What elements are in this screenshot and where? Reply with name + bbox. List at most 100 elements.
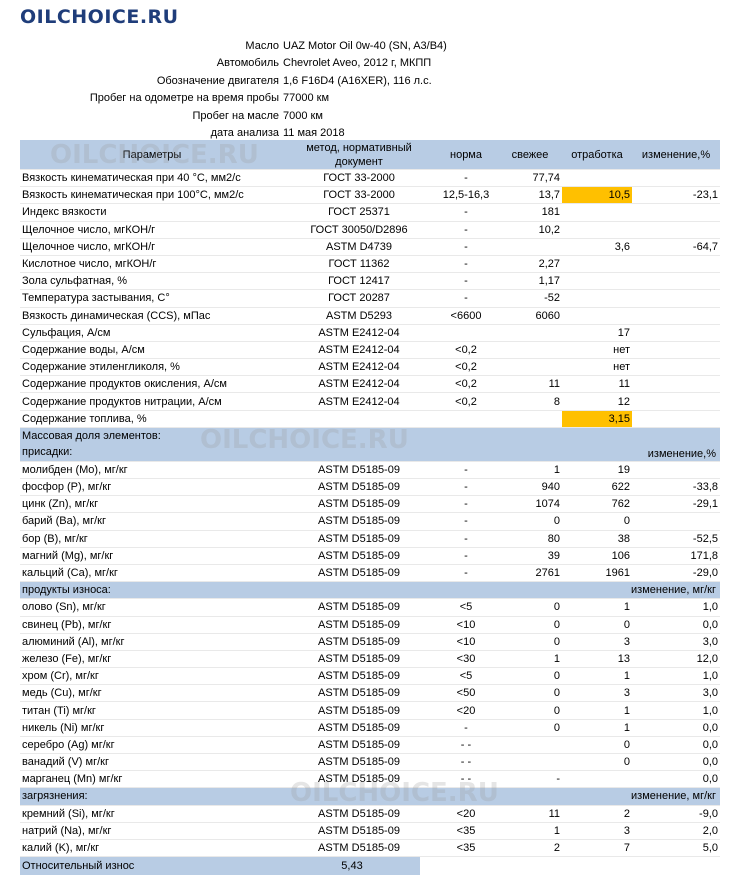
section-pollution-change: изменение, мг/кг (631, 790, 716, 803)
cell-norm: <50 (456, 687, 476, 700)
cell-param: Содержание продуктов нитрации, A/см (22, 395, 222, 408)
cell-change: 0,0 (702, 721, 718, 734)
info-value: 1,6 F16D4 (A16XER), 116 л.с. (283, 74, 432, 87)
cell-fresh (498, 411, 562, 427)
cell-used (562, 204, 632, 220)
cell-param: титан (Ti) мг/кг (22, 704, 96, 717)
cell-norm: - (464, 567, 468, 580)
cell-used: 2 (623, 807, 630, 820)
cell-fresh (498, 737, 562, 753)
section-wear-change: изменение, мг/кг (631, 584, 716, 597)
cell-param: Сульфация, A/см (22, 326, 111, 339)
info-row: Пробег на одометре на время пробы 77000 … (0, 90, 733, 108)
cell-method: ASTM D5185-09 (318, 618, 400, 631)
wear-rows: олово (Sn), мг/кг ASTM D5185-09 <5 0 1 1,0 сви… (20, 599, 720, 789)
wear-index-row: Относительный износ 5,43 (20, 857, 720, 876)
cell-fresh (498, 342, 562, 358)
cell-fresh: 13,7 (538, 189, 560, 202)
cell-param: никель (Ni) мг/кг (22, 721, 105, 734)
cell-change (632, 204, 720, 220)
cell-method: ASTM D5185-09 (318, 738, 400, 751)
cell-norm: - (464, 292, 468, 305)
cell-param: Кислотное число, мгКОН/г (22, 258, 157, 271)
header-change: изменение,% (641, 148, 711, 161)
cell-method: ASTM D5293 (325, 309, 393, 322)
cell-param: медь (Cu), мг/кг (22, 687, 102, 700)
wear-index-value: 5,43 (284, 857, 420, 876)
cell-norm: <0,2 (455, 378, 477, 391)
cell-used: 19 (617, 463, 630, 476)
cell-method: ASTM E2412-04 (318, 361, 400, 374)
info-value: UAZ Motor Oil 0w-40 (SN, A3/B4) (283, 39, 447, 52)
cell-fresh: 11 (548, 378, 560, 391)
cell-method: ASTM D5185-09 (318, 567, 400, 580)
cell-param: Индекс вязкости (22, 206, 107, 219)
cell-param: калий (K), мг/кг (22, 842, 100, 855)
cell-fresh: 0 (553, 670, 560, 683)
cell-param: магний (Mg), мг/кг (22, 549, 114, 562)
cell-norm: - (464, 206, 468, 219)
cell-method: ASTM D5185-09 (318, 756, 400, 769)
cell-change: 12,0 (696, 652, 718, 665)
section-pollution: загрязнения: изменение, мг/кг (20, 788, 720, 806)
table-row: молибден (Mo), мг/кг ASTM D5185-09 - 1 19 (20, 462, 720, 479)
cell-param: кремний (Si), мг/кг (22, 807, 115, 820)
section-additives-title: Массовая доля элементов: (22, 430, 161, 443)
cell-fresh: 1 (553, 824, 560, 837)
cell-used (562, 273, 632, 289)
table-row: никель (Ni) мг/кг ASTM D5185-09 - 0 1 0,0 (20, 720, 720, 737)
cell-norm: <5 (459, 601, 473, 614)
cell-change: -33,8 (692, 481, 718, 494)
cell-fresh: 0 (553, 618, 560, 631)
section-additives: Массовая доля элементов: присадки: измен… (20, 427, 720, 462)
cell-param: хром (Cr), мг/кг (22, 670, 99, 683)
cell-norm: <6600 (450, 309, 482, 322)
header-norm: норма (450, 148, 482, 161)
cell-change: 1,0 (702, 670, 718, 683)
info-value: 77000 км (283, 92, 330, 105)
table-row: натрий (Na), мг/кг ASTM D5185-09 <35 1 3 2,0 (20, 823, 720, 840)
cell-norm: <0,2 (455, 395, 477, 408)
cell-norm: <35 (456, 824, 476, 837)
cell-used: 0 (623, 756, 630, 769)
cell-used: 10,5 (562, 187, 632, 204)
cell-param: алюминий (Al), мг/кг (22, 635, 125, 648)
cell-norm: - - (460, 738, 472, 751)
cell-used (562, 256, 632, 272)
cell-used: 1961 (605, 567, 630, 580)
table-row: олово (Sn), мг/кг ASTM D5185-09 <5 0 1 1,0 (20, 599, 720, 617)
info-label: Автомобиль (216, 57, 279, 70)
cell-used (562, 170, 632, 186)
cell-method: ASTM E2412-04 (318, 378, 400, 391)
cell-param: марганец (Mn) мг/кг (22, 773, 123, 786)
table-row: серебро (Ag) мг/кг ASTM D5185-09 - - 0 0,0 (20, 737, 720, 754)
cell-fresh: 6060 (535, 309, 560, 322)
cell-method: ГОСТ 33-2000 (323, 172, 395, 185)
table-row: кремний (Si), мг/кг ASTM D5185-09 <20 11 2 -9… (20, 806, 720, 823)
table-row: алюминий (Al), мг/кг ASTM D5185-09 <10 0 3 3,… (20, 634, 720, 651)
cell-used (562, 308, 632, 324)
cell-norm: <10 (456, 635, 476, 648)
cell-norm: 12,5-16,3 (442, 189, 490, 202)
cell-change (632, 376, 720, 392)
cell-change: 5,0 (702, 842, 718, 855)
cell-norm: - (464, 481, 468, 494)
cell-norm: <30 (456, 652, 476, 665)
cell-used: 13 (617, 652, 630, 665)
cell-method: ASTM D5185-09 (318, 721, 400, 734)
info-label: Масло (245, 39, 279, 52)
cell-fresh: 1 (553, 463, 560, 476)
cell-change: 1,0 (702, 704, 718, 717)
cell-change: -29,0 (692, 567, 718, 580)
cell-norm: - - (460, 756, 472, 769)
cell-method: ГОСТ 30050/D2896 (310, 223, 408, 236)
cell-used: 3 (623, 635, 630, 648)
cell-norm: - (464, 498, 468, 511)
cell-used: нет (613, 361, 630, 374)
section-additives-subtitle: присадки: (22, 446, 73, 459)
table-row: медь (Cu), мг/кг ASTM D5185-09 <50 0 3 3,0 (20, 685, 720, 703)
table-row: Температура застывания, С° ГОСТ 20287 - -52 (20, 290, 720, 308)
cell-change (632, 290, 720, 306)
cell-param: Содержание топлива, % (22, 412, 147, 425)
cell-fresh: 1,17 (538, 275, 560, 288)
